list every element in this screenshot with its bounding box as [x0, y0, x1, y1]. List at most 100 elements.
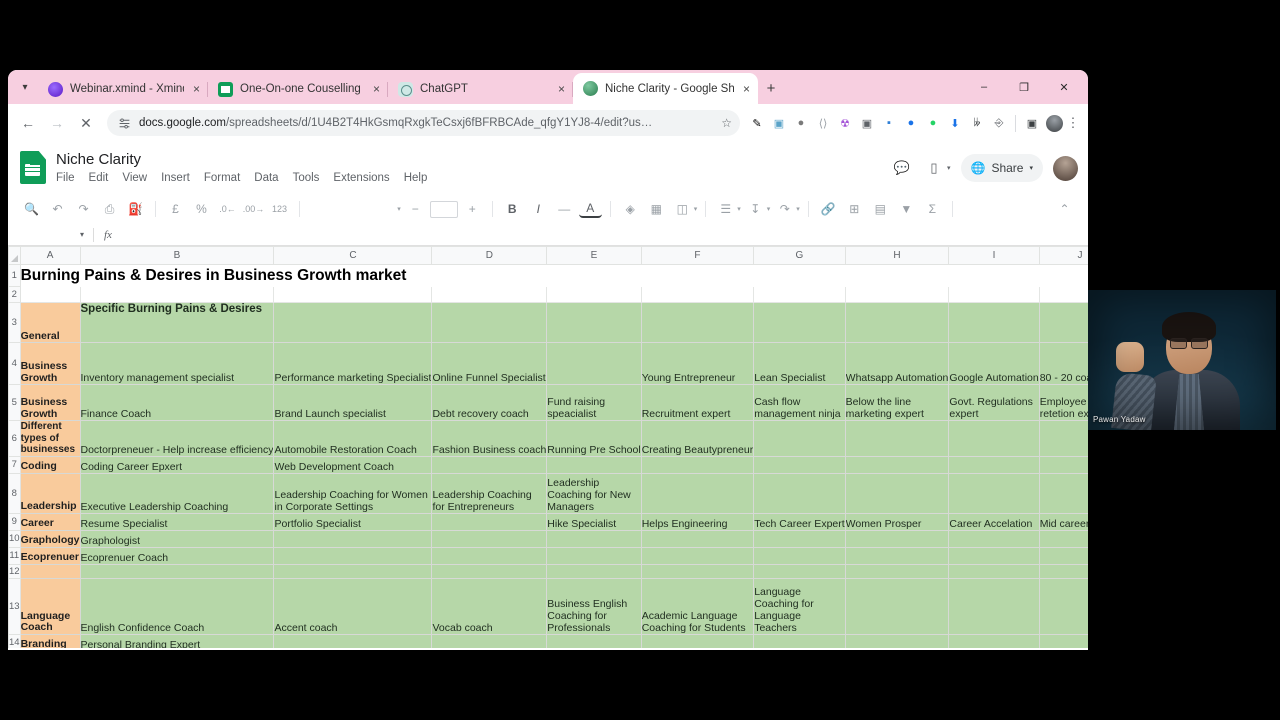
cell-j6[interactable] — [1038, 420, 1088, 457]
cell-b11[interactable]: Ecoprenuer Coach — [79, 546, 275, 565]
redo-icon[interactable]: ↷ — [72, 198, 95, 221]
archive-box-icon[interactable]: ▣ — [769, 113, 789, 133]
menu-item-insert[interactable]: Insert — [161, 172, 190, 184]
cell-e4[interactable] — [546, 342, 642, 385]
cell-i10[interactable] — [948, 529, 1040, 548]
cell-f14[interactable] — [640, 633, 755, 648]
cell-g14[interactable] — [753, 633, 846, 648]
cell-i8[interactable] — [948, 472, 1040, 514]
cell-f3[interactable] — [640, 302, 755, 343]
valign-caret-icon[interactable]: ▾ — [767, 205, 771, 213]
cell-i13[interactable] — [948, 577, 1040, 635]
font-family-caret-icon[interactable]: ▾ — [397, 205, 401, 213]
cell-g9[interactable]: Tech Career Expert — [753, 512, 846, 531]
cell-c7[interactable]: Web Development Coach — [273, 455, 433, 474]
cell-a5-category[interactable]: Business Growth — [19, 384, 81, 421]
close-icon[interactable]: × — [193, 83, 200, 95]
cell-i9[interactable]: Career Accelation — [948, 512, 1040, 531]
cell-c9[interactable]: Portfolio Specialist — [273, 512, 433, 531]
column-header-i[interactable]: I — [948, 246, 1040, 265]
cell-g11[interactable] — [753, 546, 846, 565]
profile-avatar[interactable] — [1044, 113, 1064, 133]
document-title[interactable]: Niche Clarity — [56, 151, 891, 169]
cell-h12[interactable] — [844, 563, 950, 579]
cell-g2[interactable] — [753, 286, 846, 303]
cell-c3[interactable] — [273, 302, 433, 343]
row-header-9[interactable]: 9 — [8, 512, 21, 531]
cell-i2[interactable] — [948, 286, 1040, 303]
cell-d4[interactable]: Online Funnel Specialist — [431, 342, 548, 385]
music-note-icon[interactable]: 𝄫 — [967, 113, 987, 133]
row-header-1[interactable]: 1 — [8, 264, 21, 287]
link-icon[interactable]: 🔗 — [817, 198, 840, 221]
cell-i4[interactable]: Google Automation — [948, 342, 1040, 385]
balloon-icon[interactable]: ● — [791, 113, 811, 133]
cell-e2[interactable] — [546, 286, 642, 303]
cell-h13[interactable] — [844, 577, 950, 635]
whatsapp-icon[interactable]: ● — [923, 113, 943, 133]
cell-b6[interactable]: Doctorpreneuer - Help increase efficienc… — [79, 420, 275, 457]
cell-a2[interactable] — [19, 286, 81, 303]
cell-g3[interactable] — [753, 302, 846, 343]
cell-h2[interactable] — [844, 286, 950, 303]
column-header-f[interactable]: F — [640, 246, 755, 265]
minimize-button[interactable]: – — [964, 74, 1004, 100]
table-row[interactable]: 5 Business Growth Finance Coach Brand La… — [8, 384, 1088, 421]
cell-f8[interactable] — [640, 472, 755, 514]
column-header-c[interactable]: C — [273, 246, 433, 265]
percent-icon[interactable]: % — [190, 198, 213, 221]
cell-g12[interactable] — [753, 563, 846, 579]
row-header-12[interactable]: 12 — [8, 563, 21, 579]
cell-h11[interactable] — [844, 546, 950, 565]
bookmark-star-icon[interactable]: ☆ — [721, 116, 732, 130]
menu-item-format[interactable]: Format — [204, 172, 240, 184]
menu-item-tools[interactable]: Tools — [293, 172, 320, 184]
comment-insert-icon[interactable]: ⊞ — [843, 198, 866, 221]
maximize-button[interactable]: ❐ — [1004, 74, 1044, 100]
cell-j14[interactable] — [1038, 633, 1088, 648]
cell-g10[interactable] — [753, 529, 846, 548]
cell-b7[interactable]: Coding Career Epxert — [79, 455, 275, 474]
row-header-14[interactable]: 14 — [8, 633, 21, 648]
cell-b12[interactable] — [79, 563, 275, 579]
meet-camera-icon[interactable]: ▯ — [923, 157, 945, 179]
cell-d12[interactable] — [431, 563, 548, 579]
table-row[interactable]: 14 Branding Personal Branding Expert — [8, 633, 1088, 648]
forward-button[interactable]: → — [43, 109, 71, 137]
column-header-j[interactable]: J — [1038, 246, 1088, 265]
column-header-a[interactable]: A — [19, 246, 81, 265]
cell-f6[interactable]: Creating Beautypreneur — [640, 420, 755, 457]
menu-item-edit[interactable]: Edit — [89, 172, 109, 184]
row-header-8[interactable]: 8 — [8, 472, 21, 514]
browser-tab-chatgpt[interactable]: ChatGPT × — [388, 74, 573, 104]
table-row[interactable]: 10 Graphology Graphologist — [8, 529, 1088, 548]
cell-f5[interactable]: Recruitment expert — [640, 384, 755, 421]
cell-i3[interactable] — [948, 302, 1040, 343]
cell-f11[interactable] — [640, 546, 755, 565]
cell-i11[interactable] — [948, 546, 1040, 565]
cell-f10[interactable] — [640, 529, 755, 548]
cell-d3[interactable] — [431, 302, 548, 343]
cell-e10[interactable] — [546, 529, 642, 548]
text-wrap-icon[interactable]: ↷ — [773, 198, 796, 221]
cell-b10[interactable]: Graphologist — [79, 529, 275, 548]
browser-tab-niche-clarity[interactable]: Niche Clarity - Google Sheets × — [573, 73, 758, 104]
strikethrough-icon[interactable]: ― — [553, 198, 576, 221]
row-header-10[interactable]: 10 — [8, 529, 21, 548]
fill-color-icon[interactable]: ◈ — [619, 198, 642, 221]
vertical-align-icon[interactable]: ↧ — [744, 198, 767, 221]
cell-a7-category[interactable]: Coding — [19, 455, 81, 474]
site-settings-icon[interactable] — [118, 117, 131, 130]
cell-j12[interactable] — [1038, 563, 1088, 579]
row-header-3[interactable]: 3 — [8, 302, 21, 343]
text-color-button[interactable]: A — [578, 201, 602, 218]
insert-chart-icon[interactable]: ▤ — [869, 198, 892, 221]
row-header-5[interactable]: 5 — [8, 384, 21, 421]
cell-h5[interactable]: Below the line marketing expert — [844, 384, 950, 421]
cell-a13-category[interactable]: Language Coach — [19, 577, 81, 635]
cell-c10[interactable] — [273, 529, 433, 548]
camera-icon[interactable]: ▣ — [857, 113, 877, 133]
puzzle-icon[interactable]: ⎆ — [989, 113, 1009, 133]
compass-icon[interactable]: ● — [901, 113, 921, 133]
table-row[interactable]: 2 — [8, 286, 1088, 303]
